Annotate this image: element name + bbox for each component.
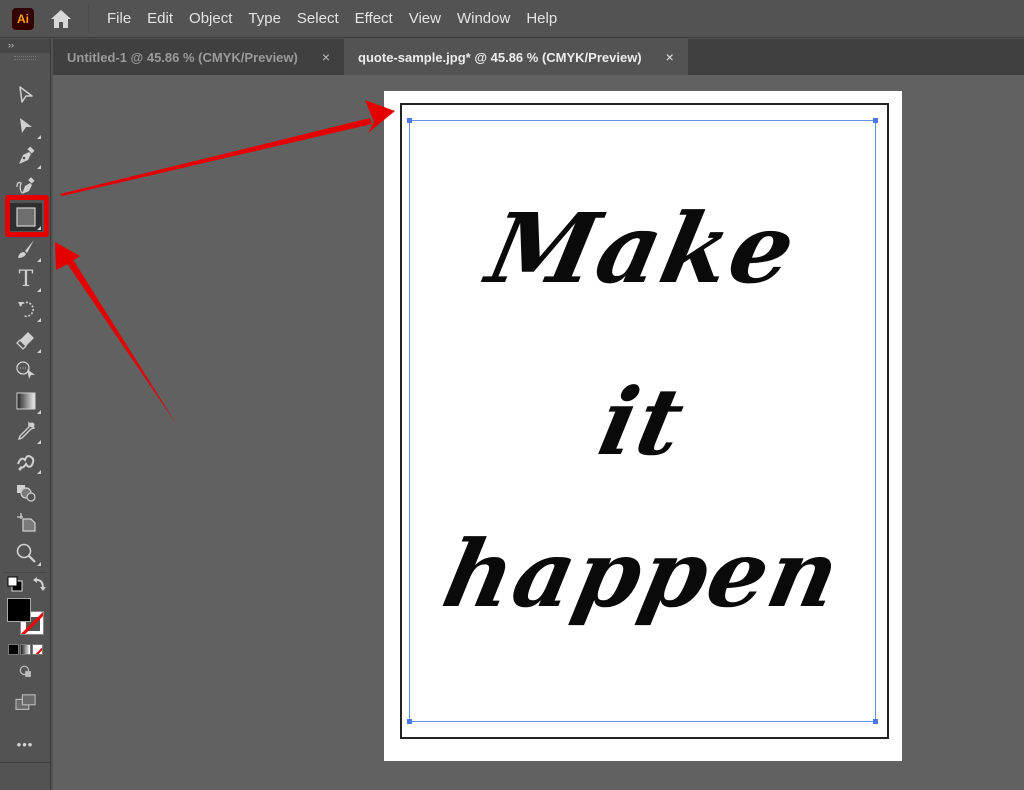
menu-bar: Ai File Edit Object Type Select Effect V…	[0, 0, 1024, 38]
fill-swatch[interactable]	[7, 598, 31, 622]
tab-label: quote-sample.jpg* @ 45.86 % (CMYK/Previe…	[358, 49, 642, 65]
menu-select[interactable]: Select	[289, 0, 347, 38]
edit-toolbar-button[interactable]: •••	[0, 737, 50, 752]
color-mode-solid[interactable]	[8, 644, 19, 655]
menu-object[interactable]: Object	[181, 0, 240, 38]
close-icon[interactable]: ×	[666, 49, 674, 65]
selection-tool[interactable]	[10, 81, 42, 109]
symbol-sprayer-icon	[17, 485, 36, 502]
selection-handle-bottom-left[interactable]	[407, 719, 412, 724]
menu-window[interactable]: Window	[449, 0, 518, 38]
none-icon	[35, 647, 42, 654]
color-mode-none[interactable]	[32, 644, 43, 655]
selection-handle-bottom-right[interactable]	[873, 719, 878, 724]
tab-quote-sample[interactable]: quote-sample.jpg* @ 45.86 % (CMYK/Previe…	[344, 39, 688, 75]
menu-file[interactable]: File	[99, 0, 139, 38]
tab-label: Untitled-1 @ 45.86 % (CMYK/Preview)	[67, 49, 298, 65]
artboard-icon	[17, 513, 36, 532]
blend-tool[interactable]	[10, 447, 42, 475]
eyedropper-icon	[17, 421, 36, 441]
screen-mode-button[interactable]	[10, 691, 42, 715]
color-mode-buttons	[8, 644, 43, 655]
menu-view[interactable]: View	[401, 0, 449, 38]
panel-drag-handle[interactable]	[0, 53, 50, 63]
color-mode-gradient[interactable]	[20, 644, 31, 655]
default-colors-icon	[7, 576, 23, 592]
eraser-tool[interactable]	[10, 326, 42, 354]
pen-tool[interactable]	[10, 142, 42, 170]
menu-divider	[88, 4, 89, 33]
blend-icon	[17, 455, 35, 471]
quote-line-2: it	[590, 368, 695, 476]
zoom-tool[interactable]	[10, 539, 42, 567]
rotate-tool[interactable]	[10, 295, 42, 323]
type-icon: T	[18, 266, 34, 292]
menu-edit[interactable]: Edit	[139, 0, 181, 38]
document-tab-bar: Untitled-1 @ 45.86 % (CMYK/Preview) × qu…	[53, 39, 1024, 75]
rectangle-tool[interactable]	[10, 203, 42, 231]
type-tool[interactable]: T	[10, 265, 42, 293]
menu-effect[interactable]: Effect	[347, 0, 401, 38]
default-fill-stroke-button[interactable]	[7, 576, 23, 597]
quote-line-3: happen	[434, 520, 851, 628]
direct-selection-tool[interactable]	[10, 112, 42, 140]
eraser-icon	[16, 332, 34, 350]
home-button[interactable]	[48, 6, 74, 32]
collapse-panel-button[interactable]: ››	[0, 39, 50, 53]
gradient-tool[interactable]	[10, 387, 42, 415]
swap-arrow-icon	[33, 577, 46, 591]
quote-line-1: Make	[478, 192, 807, 305]
curvature-pen-icon	[16, 177, 35, 194]
draw-mode-button[interactable]	[10, 661, 42, 683]
app-logo: Ai	[12, 7, 34, 30]
tools-panel: ›› T •••	[0, 39, 51, 790]
pen-icon	[19, 146, 35, 164]
curvature-tool[interactable]	[10, 172, 42, 200]
illustrator-window: Ai File Edit Object Type Select Effect V…	[0, 0, 1024, 790]
direct-selection-arrow-icon	[20, 118, 32, 133]
rotate-icon	[18, 301, 34, 318]
gradient-icon	[16, 392, 36, 410]
paintbrush-tool[interactable]	[10, 235, 42, 263]
home-icon	[51, 9, 71, 28]
paintbrush-icon	[18, 240, 34, 258]
rectangle-icon	[16, 207, 36, 227]
shape-builder-tool[interactable]	[10, 356, 42, 384]
selection-arrow-icon	[19, 86, 33, 103]
artboard-tool[interactable]	[10, 508, 42, 536]
selection-handle-top-right[interactable]	[873, 118, 878, 123]
close-icon[interactable]: ×	[322, 49, 330, 65]
draw-mode-icon	[19, 665, 31, 677]
swap-fill-stroke-button[interactable]	[32, 575, 48, 598]
selection-handle-top-left[interactable]	[407, 118, 412, 123]
tab-untitled-1[interactable]: Untitled-1 @ 45.86 % (CMYK/Preview) ×	[53, 39, 345, 75]
menu-help[interactable]: Help	[518, 0, 565, 38]
screen-mode-icon	[15, 694, 36, 710]
menu-type[interactable]: Type	[240, 0, 289, 38]
shape-builder-icon	[16, 361, 35, 379]
magnifier-icon	[16, 543, 36, 563]
eyedropper-tool[interactable]	[10, 417, 42, 445]
symbol-sprayer-tool[interactable]	[10, 478, 42, 506]
